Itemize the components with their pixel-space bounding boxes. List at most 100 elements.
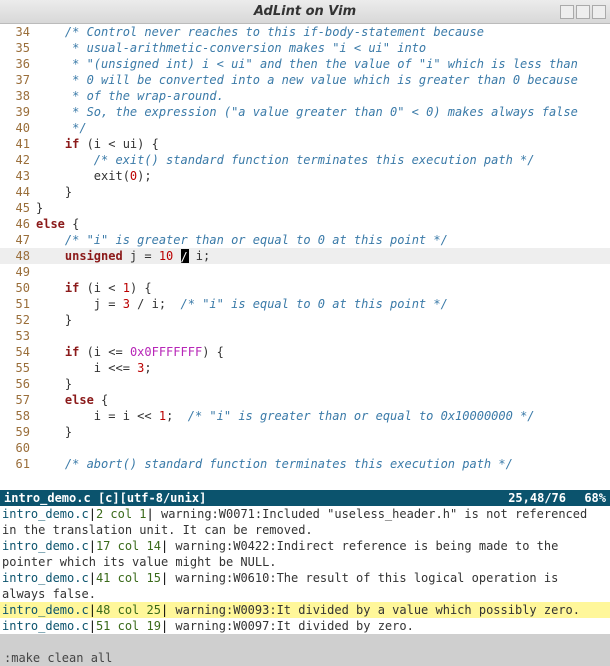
line-number: 35 (0, 40, 36, 56)
code-content: i = i << 1; /* "i" is greater than or eq… (36, 408, 610, 424)
code-line[interactable]: 41 if (i < ui) { (0, 136, 610, 152)
line-number: 53 (0, 328, 36, 344)
quickfix-item[interactable]: intro_demo.c|48 col 25| warning:W0093:It… (0, 602, 610, 618)
code-line[interactable]: 35 * usual-arithmetic-conversion makes "… (0, 40, 610, 56)
code-line[interactable]: 42 /* exit() standard function terminate… (0, 152, 610, 168)
command-line[interactable]: :make clean all (0, 650, 610, 666)
code-content: * "(unsigned int) i < ui" and then the v… (36, 56, 610, 72)
line-number: 61 (0, 456, 36, 472)
line-number: 51 (0, 296, 36, 312)
line-number: 38 (0, 88, 36, 104)
code-line[interactable]: 53 (0, 328, 610, 344)
code-content: unsigned j = 10 / i; (36, 248, 610, 264)
line-number: 54 (0, 344, 36, 360)
line-number: 58 (0, 408, 36, 424)
minimize-button[interactable] (560, 5, 574, 19)
line-number: 42 (0, 152, 36, 168)
qf-file: intro_demo.c (2, 507, 89, 521)
code-line[interactable]: 45} (0, 200, 610, 216)
line-number: 49 (0, 264, 36, 280)
qf-position: 2 col 1 (96, 507, 147, 521)
code-line[interactable]: 47 /* "i" is greater than or equal to 0 … (0, 232, 610, 248)
code-line[interactable]: 37 * 0 will be converted into a new valu… (0, 72, 610, 88)
code-line[interactable]: 51 j = 3 / i; /* "i" is equal to 0 at th… (0, 296, 610, 312)
status-percent: 68% (566, 491, 606, 505)
code-content: i <<= 3; (36, 360, 610, 376)
line-number: 56 (0, 376, 36, 392)
qf-file: intro_demo.c (2, 603, 89, 617)
code-line[interactable]: 44 } (0, 184, 610, 200)
close-button[interactable] (592, 5, 606, 19)
window-titlebar: AdLint on Vim (0, 0, 610, 24)
line-number: 44 (0, 184, 36, 200)
code-line[interactable]: 34 /* Control never reaches to this if-b… (0, 24, 610, 40)
code-line[interactable]: 54 if (i <= 0x0FFFFFFF) { (0, 344, 610, 360)
code-line[interactable]: 39 * So, the expression ("a value greate… (0, 104, 610, 120)
qf-message: warning:W0093:It divided by a value whic… (175, 603, 580, 617)
status-position: 25,48/76 (508, 491, 566, 505)
code-content: * of the wrap-around. (36, 88, 610, 104)
code-content: /* abort() standard function terminates … (36, 456, 610, 472)
line-number: 47 (0, 232, 36, 248)
code-content: * usual-arithmetic-conversion makes "i <… (36, 40, 610, 56)
code-line[interactable]: 55 i <<= 3; (0, 360, 610, 376)
code-content: } (36, 376, 610, 392)
quickfix-item[interactable]: intro_demo.c|51 col 19| warning:W0097:It… (0, 618, 610, 634)
code-content: */ (36, 120, 610, 136)
line-number: 48 (0, 248, 36, 264)
quickfix-list[interactable]: intro_demo.c|2 col 1| warning:W0071:Incl… (0, 506, 610, 634)
line-number: 60 (0, 440, 36, 456)
quickfix-statusline (0, 634, 610, 650)
qf-file: intro_demo.c (2, 539, 89, 553)
code-content: if (i < ui) { (36, 136, 610, 152)
code-line[interactable]: 49 (0, 264, 610, 280)
quickfix-item[interactable]: intro_demo.c|17 col 14| warning:W0422:In… (0, 538, 610, 570)
code-line[interactable]: 61 /* abort() standard function terminat… (0, 456, 610, 472)
code-line[interactable]: 57 else { (0, 392, 610, 408)
line-number: 59 (0, 424, 36, 440)
command-text: :make clean all (4, 651, 112, 665)
qf-file: intro_demo.c (2, 571, 89, 585)
code-content: } (36, 312, 610, 328)
code-content: else { (36, 392, 610, 408)
maximize-button[interactable] (576, 5, 590, 19)
qf-position: 48 col 25 (96, 603, 161, 617)
code-line[interactable]: 36 * "(unsigned int) i < ui" and then th… (0, 56, 610, 72)
code-content (36, 264, 610, 280)
code-content: /* "i" is greater than or equal to 0 at … (36, 232, 610, 248)
code-content (36, 328, 610, 344)
code-line[interactable]: 43 exit(0); (0, 168, 610, 184)
line-number: 36 (0, 56, 36, 72)
code-content (36, 440, 610, 456)
code-line[interactable]: 40 */ (0, 120, 610, 136)
qf-position: 41 col 15 (96, 571, 161, 585)
code-editor[interactable]: 34 /* Control never reaches to this if-b… (0, 24, 610, 490)
code-content: if (i <= 0x0FFFFFFF) { (36, 344, 610, 360)
qf-message: warning:W0071:Included "useless_header.h… (2, 507, 594, 537)
line-number: 55 (0, 360, 36, 376)
quickfix-item[interactable]: intro_demo.c|41 col 15| warning:W0610:Th… (0, 570, 610, 602)
window-title: AdLint on Vim (254, 4, 356, 19)
code-line[interactable]: 38 * of the wrap-around. (0, 88, 610, 104)
code-content: * So, the expression ("a value greater t… (36, 104, 610, 120)
qf-position: 51 col 19 (96, 619, 161, 633)
code-line[interactable]: 56 } (0, 376, 610, 392)
code-line[interactable]: 52 } (0, 312, 610, 328)
code-line[interactable]: 48 unsigned j = 10 / i; (0, 248, 610, 264)
code-line[interactable]: 60 (0, 440, 610, 456)
code-content: if (i < 1) { (36, 280, 610, 296)
code-line[interactable]: 58 i = i << 1; /* "i" is greater than or… (0, 408, 610, 424)
line-number: 52 (0, 312, 36, 328)
code-line[interactable]: 50 if (i < 1) { (0, 280, 610, 296)
line-number: 40 (0, 120, 36, 136)
code-content: j = 3 / i; /* "i" is equal to 0 at this … (36, 296, 610, 312)
line-number: 43 (0, 168, 36, 184)
line-number: 45 (0, 200, 36, 216)
window-controls (560, 5, 606, 19)
quickfix-item[interactable]: intro_demo.c|2 col 1| warning:W0071:Incl… (0, 506, 610, 538)
code-line[interactable]: 59 } (0, 424, 610, 440)
qf-file: intro_demo.c (2, 619, 89, 633)
code-line[interactable]: 46else { (0, 216, 610, 232)
line-number: 41 (0, 136, 36, 152)
code-content: /* Control never reaches to this if-body… (36, 24, 610, 40)
